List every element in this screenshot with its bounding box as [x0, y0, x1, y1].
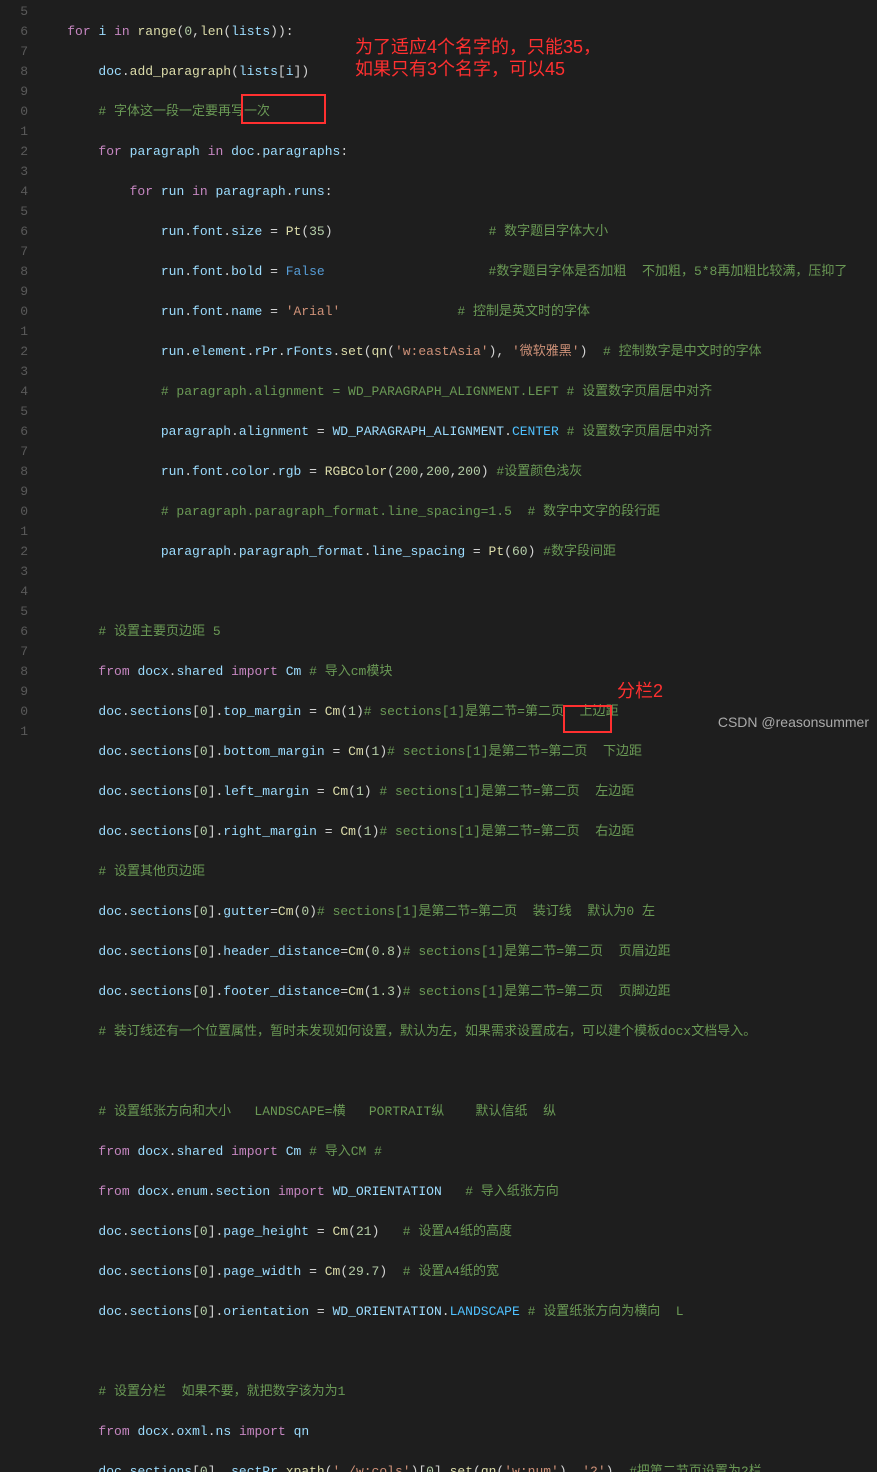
code-area[interactable]: for i in range(0,len(lists)): doc.add_pa…: [36, 2, 877, 1472]
code-editor[interactable]: 56789 01234 56789 01234 56789 01234 5678…: [0, 0, 877, 1472]
line-gutter: 56789 01234 56789 01234 56789 01234 5678…: [0, 2, 36, 1472]
watermark: CSDN @reasonsummer: [718, 712, 869, 732]
